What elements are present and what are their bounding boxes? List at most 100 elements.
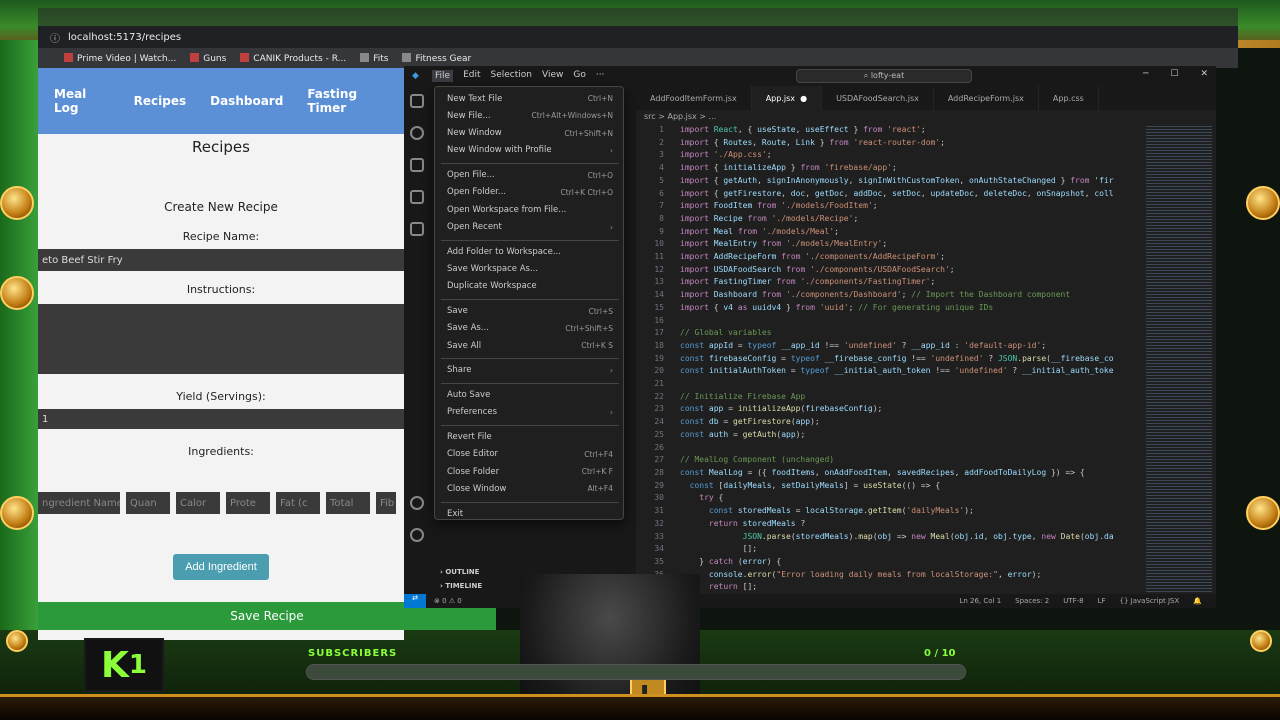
code-line[interactable]: 37 return []; [636,581,1141,594]
code-line[interactable]: 7 import FoodItem from './models/FoodItem… [636,200,1141,213]
nav-fasting-timer[interactable]: Fasting Timer [295,87,404,115]
menu-item-exit[interactable]: Exit [447,506,613,521]
menu-item-close-window[interactable]: Close Window Alt+F4 [447,481,613,496]
outline-section[interactable]: › OUTLINE [440,568,479,576]
source-control-icon[interactable] [410,158,424,172]
browser-tab-strip[interactable] [38,8,1238,26]
tab-addrecipeform[interactable]: AddRecipeForm.jsx [934,86,1039,110]
gear-icon[interactable] [410,528,424,542]
menu-item-open-file[interactable]: Open File... Ctrl+O [447,168,613,183]
close-icon[interactable]: ✕ [1200,69,1208,79]
instructions-textarea[interactable] [38,304,404,374]
nav-dashboard[interactable]: Dashboard [198,94,295,108]
code-line[interactable]: 18 const appId = typeof __app_id !== 'und… [636,340,1141,353]
menu-go[interactable]: Go [573,70,585,82]
minimize-icon[interactable]: ─ [1143,69,1148,79]
yield-input[interactable]: 1 [38,409,404,429]
code-line[interactable]: 33 JSON.parse(storedMeals).map(obj => ne… [636,531,1141,544]
code-line[interactable]: 14 import Dashboard from './components/Da… [636,289,1141,302]
menu-item-save-workspace-as[interactable]: Save Workspace As... [447,262,613,277]
menu-item-share[interactable]: Share › [447,363,613,378]
code-line[interactable]: 24 const db = getFirestore(app); [636,416,1141,429]
menu-item-new-text-file[interactable]: New Text File Ctrl+N [447,91,613,106]
add-ingredient-button[interactable]: Add Ingredient [173,554,269,580]
menu-item-revert-file[interactable]: Revert File [447,430,613,445]
menu-item-close-folder[interactable]: Close Folder Ctrl+K F [447,464,613,479]
menu-item-save-as[interactable]: Save As... Ctrl+Shift+S [447,321,613,336]
code-line[interactable]: 15 import { v4 as uuidv4 } from 'uuid'; /… [636,302,1141,315]
fiber-input[interactable]: Fib [376,492,396,514]
search-icon[interactable] [410,126,424,140]
code-line[interactable]: 21 [636,378,1141,391]
code-line[interactable]: 22 // Initialize Firebase App [636,391,1141,404]
cursor-position[interactable]: Ln 26, Col 1 [959,597,1001,605]
bookmark-item[interactable]: Guns [190,52,226,64]
code-line[interactable]: 11 import AddRecipeForm from './component… [636,251,1141,264]
menu-item-open-recent[interactable]: Open Recent › [447,220,613,235]
quantity-input[interactable]: Quan [126,492,170,514]
fat-input[interactable]: Fat (c [276,492,320,514]
menu-item-open-folder[interactable]: Open Folder... Ctrl+K Ctrl+O [447,185,613,200]
menu-more[interactable]: ··· [596,70,605,82]
menu-item-close-editor[interactable]: Close Editor Ctrl+F4 [447,447,613,462]
code-line[interactable]: 30 try { [636,492,1141,505]
menu-item-add-folder-to-workspace[interactable]: Add Folder to Workspace... [447,244,613,259]
menu-item-save[interactable]: Save Ctrl+S [447,304,613,319]
unsaved-dot-icon[interactable]: ● [800,94,807,103]
timeline-section[interactable]: › TIMELINE [440,582,482,590]
explorer-icon[interactable] [410,94,424,108]
indentation[interactable]: Spaces: 2 [1015,597,1049,605]
code-line[interactable]: 12 import USDAFoodSearch from './componen… [636,264,1141,277]
code-line[interactable]: 27 // MealLog Component (unchanged) [636,454,1141,467]
encoding[interactable]: UTF-8 [1063,597,1083,605]
code-line[interactable]: 35 } catch (error) { [636,556,1141,569]
tab-app-jsx[interactable]: App.jsx ● [751,86,823,110]
total-carbs-input[interactable]: Total [326,492,370,514]
notifications-icon[interactable]: 🔔 [1193,597,1202,605]
extensions-icon[interactable] [410,222,424,236]
code-line[interactable]: 19 const firebaseConfig = typeof __fireba… [636,353,1141,366]
calories-input[interactable]: Calor [176,492,220,514]
menu-item-duplicate-workspace[interactable]: Duplicate Workspace [447,279,613,294]
menu-item-save-all[interactable]: Save All Ctrl+K S [447,338,613,353]
maximize-icon[interactable]: ☐ [1170,69,1178,79]
code-line[interactable]: 20 const initialAuthToken = typeof __init… [636,365,1141,378]
code-editor[interactable]: 1 import React, { useState, useEffect } f… [636,124,1141,594]
minimap[interactable] [1146,124,1212,594]
menu-view[interactable]: View [542,70,563,82]
language-mode[interactable]: {} JavaScript JSX [1120,597,1180,605]
code-line[interactable]: 28 const MealLog = ({ foodItems, onAddFoo… [636,467,1141,480]
code-line[interactable]: 3 import './App.css'; [636,149,1141,162]
remote-icon[interactable]: ⇄ [404,594,426,608]
line-ending[interactable]: LF [1098,597,1106,605]
menu-item-new-window-with-profile[interactable]: New Window with Profile › [447,143,613,158]
menu-selection[interactable]: Selection [491,70,532,82]
command-center-search[interactable]: ⌕ lofty-eat [796,69,972,83]
protein-input[interactable]: Prote [226,492,270,514]
code-line[interactable]: 29 const [dailyMeals, setDailyMeals] = u… [636,480,1141,493]
code-line[interactable]: 31 const storedMeals = localStorage.getI… [636,505,1141,518]
account-icon[interactable] [410,496,424,510]
code-line[interactable]: 5 import { getAuth, signInAnonymously, si… [636,175,1141,188]
code-line[interactable]: 25 const auth = getAuth(app); [636,429,1141,442]
code-line[interactable]: 13 import FastingTimer from './components… [636,276,1141,289]
breadcrumb[interactable]: src > App.jsx > ... [644,112,716,121]
menu-item-new-file[interactable]: New File... Ctrl+Alt+Windows+N [447,108,613,123]
bookmark-item[interactable]: CANIK Products - R... [240,52,346,64]
address-bar[interactable]: ⓘ localhost:5173/recipes [38,26,1238,48]
code-line[interactable]: 34 []; [636,543,1141,556]
menu-item-auto-save[interactable]: Auto Save [447,388,613,403]
ingredient-name-input[interactable]: ngredient Name [38,492,120,514]
site-info-icon[interactable]: ⓘ [50,30,60,45]
menu-item-preferences[interactable]: Preferences › [447,405,613,420]
run-debug-icon[interactable] [410,190,424,204]
code-line[interactable]: 23 const app = initializeApp(firebaseConf… [636,403,1141,416]
bookmark-item[interactable]: Fits [360,52,388,64]
bookmark-item[interactable]: Fitness Gear [402,52,471,64]
menu-edit[interactable]: Edit [463,70,480,82]
recipe-name-input[interactable]: eto Beef Stir Fry [38,249,404,271]
bookmark-item[interactable]: Prime Video | Watch... [64,52,176,64]
problems-count[interactable]: ⊗ 0 ⚠ 0 [434,597,462,605]
code-line[interactable]: 9 import Meal from './models/Meal'; [636,226,1141,239]
menu-file[interactable]: File [432,70,454,82]
